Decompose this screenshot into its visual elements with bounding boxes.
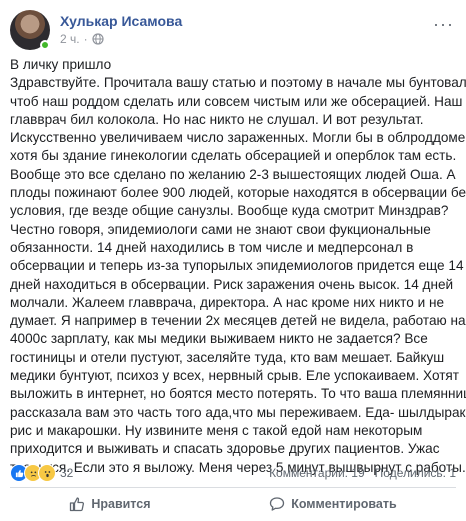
post-text-line: условия, где везде общие санузлы. Вообще… <box>10 203 449 219</box>
post-text-line: обсервации и теперь из-за тупорылых эпид… <box>10 258 464 274</box>
reaction-icons[interactable]: 32 <box>10 464 73 482</box>
comment-icon <box>270 497 285 511</box>
post-text-line: приходится и выживать и спасать здоровье… <box>10 441 440 457</box>
post-meta: 2 ч. · <box>60 32 104 46</box>
post-text-line: Искусственно увеличиваем число зараженны… <box>10 130 466 146</box>
post-text-line: рассказала вам это часть того ада,что мы… <box>10 404 466 420</box>
post-text-line: 4000с зарплату, как мы медики выживаем н… <box>10 331 428 347</box>
post-actions: Нравится Комментировать <box>10 489 456 519</box>
post-text-line: молчали. Жалеем главврача, директора. А … <box>10 294 445 310</box>
wow-reaction-icon <box>38 464 56 482</box>
facebook-post: Хулькар Исамова 2 ч. · ··· В личку пришл… <box>0 0 466 521</box>
post-text-line: плоды пожинают более 900 людей, которые … <box>10 185 466 201</box>
post-text-line: чтоб наш роддом сделать или совсем чисты… <box>10 93 463 109</box>
post-text-line: выложить в интернет, но боятся место пот… <box>10 386 466 402</box>
reaction-count[interactable]: 32 <box>60 466 73 480</box>
post-text-line: Честно говоря, эпидемиологи сами не знаю… <box>10 221 431 237</box>
post-text-line: гостиницы и отели пустуют, заселяйте туд… <box>10 349 445 365</box>
divider <box>10 487 456 488</box>
post-text-line: дней находиться в обсервации. Риск зараж… <box>10 276 454 292</box>
post-text-line: Здравствуйте. Прочитала вашу статью и по… <box>10 75 466 91</box>
post-text-line: думает. Я например в течении 2х месяцев … <box>10 313 466 329</box>
author-name[interactable]: Хулькар Исамова <box>60 13 182 29</box>
engagement-counts: Комментарии: 19 Поделились: 1 <box>269 466 456 480</box>
like-label: Нравится <box>91 497 151 511</box>
post-text-line: хотя бы здание гинекологии сделать обсер… <box>10 148 457 164</box>
thumbs-up-icon <box>70 497 85 512</box>
comments-count[interactable]: Комментарии: 19 <box>269 466 365 480</box>
online-status-dot <box>40 40 50 50</box>
comment-label: Комментировать <box>291 497 397 511</box>
post-text-line: рис и макарошки. Ну извините меня с тако… <box>10 422 423 438</box>
post-stats: 32 Комментарии: 19 Поделились: 1 <box>10 463 456 483</box>
post-header: Хулькар Исамова 2 ч. · ··· <box>10 8 456 50</box>
post-text-line: главврач бил колокола. Но нас никто не с… <box>10 111 424 127</box>
comment-button[interactable]: Комментировать <box>249 492 416 516</box>
meta-separator: · <box>83 32 88 46</box>
post-time[interactable]: 2 ч. <box>60 32 80 46</box>
more-options-icon[interactable]: ··· <box>433 14 454 35</box>
post-text-line: обязанности. 14 дней находились в том чи… <box>10 239 414 255</box>
shares-count[interactable]: Поделились: 1 <box>375 466 456 480</box>
post-text-line: В личку пришло <box>10 57 112 72</box>
globe-icon[interactable] <box>91 33 104 45</box>
post-text-line: медики бунтуют, психоз у всех, нервный с… <box>10 368 460 384</box>
post-text: В личку пришло Здравствуйте. Прочитала ва… <box>10 56 466 477</box>
post-text-line: Вообще это все сделано по желанию 2-3 вы… <box>10 166 456 182</box>
like-button[interactable]: Нравится <box>49 492 170 516</box>
